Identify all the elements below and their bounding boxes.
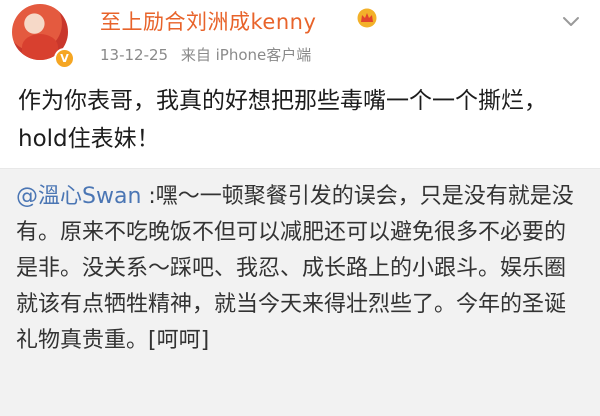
avatar[interactable]: V xyxy=(12,4,76,69)
repost-box[interactable]: @溫心Swan :嘿～一顿聚餐引发的误会，只是没有就是没有。原来不吃晚饭不但可以… xyxy=(0,169,600,416)
chevron-down-icon[interactable] xyxy=(560,10,582,32)
verified-badge-icon: V xyxy=(54,48,75,69)
repost-body: :嘿～一顿聚餐引发的误会，只是没有就是没有。原来不吃晚饭不但可以减肥还可以避免很… xyxy=(16,184,574,353)
post-text: 作为你表哥，我真的好想把那些毒嘴一个一个撕烂，hold住表妹！ xyxy=(18,88,547,152)
username-link[interactable]: 至上励合刘洲成kenny xyxy=(100,6,316,36)
repost-text: @溫心Swan :嘿～一顿聚餐引发的误会，只是没有就是没有。原来不吃晚饭不但可以… xyxy=(16,179,586,359)
post-date: 13-12-25 xyxy=(100,46,169,64)
weibo-post: V 至上励合刘洲成kenny 13-12-25 来自 iPhone客户端 作为你… xyxy=(0,0,600,168)
repost-mention-link[interactable]: @溫心Swan xyxy=(16,184,141,209)
post-source: 来自 iPhone客户端 xyxy=(180,46,312,64)
post-meta: 13-12-25 来自 iPhone客户端 xyxy=(100,44,319,65)
crown-icon xyxy=(357,8,377,28)
